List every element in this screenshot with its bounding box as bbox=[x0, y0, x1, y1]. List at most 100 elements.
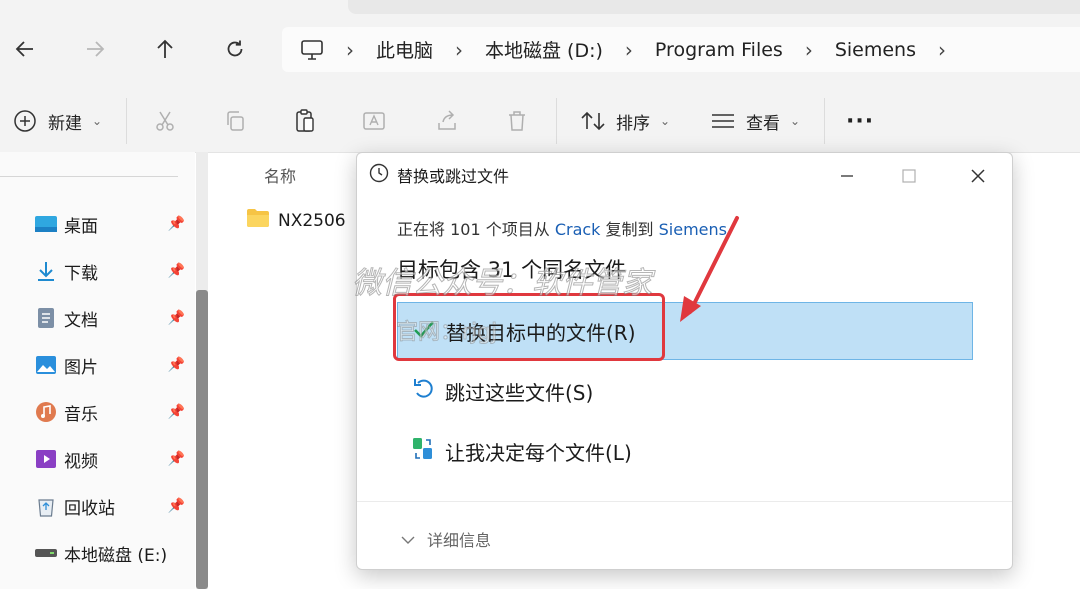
refresh-icon bbox=[227, 40, 243, 57]
breadcrumb-program-files[interactable]: Program Files bbox=[655, 39, 783, 61]
recycle-bin-icon bbox=[34, 495, 58, 517]
document-icon bbox=[34, 307, 58, 329]
view-label: 查看 bbox=[746, 113, 780, 134]
breadcrumb-separator[interactable]: › bbox=[455, 38, 463, 62]
folder-icon bbox=[246, 208, 270, 233]
pin-icon[interactable]: 📌 bbox=[168, 404, 185, 420]
maximize-icon bbox=[902, 169, 916, 183]
drive-icon bbox=[34, 542, 58, 564]
file-row[interactable]: NX2506 bbox=[246, 208, 346, 233]
view-button[interactable]: 查看 ⌄ bbox=[708, 105, 800, 137]
dialog-footer-divider bbox=[357, 501, 1012, 502]
rename-button[interactable] bbox=[360, 105, 390, 137]
refresh-button[interactable] bbox=[218, 32, 252, 66]
sidebar-item-label: 本地磁盘 (E:) bbox=[64, 545, 168, 566]
pin-icon[interactable]: 📌 bbox=[168, 357, 185, 373]
more-button[interactable]: ··· bbox=[846, 105, 874, 137]
close-button[interactable] bbox=[958, 161, 998, 191]
music-icon bbox=[34, 401, 58, 423]
share-button[interactable] bbox=[432, 105, 462, 137]
share-icon bbox=[432, 106, 462, 136]
pin-icon[interactable]: 📌 bbox=[168, 263, 185, 279]
pin-icon[interactable]: 📌 bbox=[168, 451, 185, 467]
replace-skip-dialog: 替换或跳过文件 正在将 101 个项目从 Crack 复制到 Siemens 目… bbox=[356, 152, 1013, 570]
computer-icon[interactable] bbox=[300, 39, 324, 61]
decide-each-file-option[interactable]: 让我决定每个文件(L) bbox=[397, 422, 973, 480]
sort-button[interactable]: 排序 ⌄ bbox=[578, 105, 670, 137]
sidebar-item-drive-e[interactable]: 本地磁盘 (E:) bbox=[34, 538, 189, 568]
minimize-icon bbox=[841, 175, 853, 177]
sidebar-item-label: 下载 bbox=[64, 263, 98, 284]
maximize-button[interactable] bbox=[889, 161, 929, 191]
up-button[interactable] bbox=[148, 32, 182, 66]
close-icon bbox=[971, 169, 985, 183]
sidebar-item-label: 视频 bbox=[64, 451, 98, 472]
sidebar-item-pictures[interactable]: 图片 📌 bbox=[34, 350, 189, 380]
pin-icon[interactable]: 📌 bbox=[168, 310, 185, 326]
address-bar[interactable]: › 此电脑 › 本地磁盘 (D:) › Program Files › Siem… bbox=[282, 27, 1080, 72]
chevron-down-icon: ⌄ bbox=[790, 114, 801, 128]
details-toggle[interactable]: 详细信息 bbox=[401, 527, 491, 551]
trash-icon bbox=[502, 106, 532, 136]
skip-arrow-icon bbox=[411, 377, 435, 406]
destination-folder-link[interactable]: Siemens bbox=[659, 220, 727, 239]
sidebar-item-music[interactable]: 音乐 📌 bbox=[34, 397, 189, 427]
breadcrumb-separator[interactable]: › bbox=[805, 38, 813, 62]
minimize-button[interactable] bbox=[827, 161, 867, 191]
forward-button[interactable] bbox=[78, 32, 112, 66]
chevron-down-icon: ⌄ bbox=[660, 114, 671, 128]
sidebar-item-desktop[interactable]: 桌面 📌 bbox=[34, 209, 189, 239]
column-header-name[interactable]: 名称 bbox=[264, 163, 296, 187]
breadcrumb-separator[interactable]: › bbox=[346, 38, 354, 62]
video-icon bbox=[34, 448, 58, 470]
copy-button[interactable] bbox=[220, 105, 250, 137]
sidebar-item-downloads[interactable]: 下载 📌 bbox=[34, 256, 189, 286]
plus-circle-icon bbox=[10, 106, 40, 136]
msg-prefix: 正在将 101 个项目从 bbox=[397, 220, 555, 239]
toolbar-divider bbox=[126, 98, 127, 144]
pictures-icon bbox=[34, 354, 58, 376]
pin-icon[interactable]: 📌 bbox=[168, 216, 185, 232]
decide-icon bbox=[411, 436, 435, 467]
sidebar-item-videos[interactable]: 视频 📌 bbox=[34, 444, 189, 474]
sidebar-item-label: 文档 bbox=[64, 310, 98, 331]
clock-icon bbox=[369, 163, 389, 187]
scrollbar-thumb[interactable] bbox=[196, 290, 208, 589]
scissors-icon bbox=[150, 106, 180, 136]
rename-icon bbox=[360, 106, 390, 136]
sort-icon bbox=[578, 106, 608, 136]
window-top-strip bbox=[348, 0, 1080, 14]
skip-files-option[interactable]: 跳过这些文件(S) bbox=[397, 362, 973, 420]
desktop-icon bbox=[34, 213, 58, 235]
breadcrumb-separator[interactable]: › bbox=[938, 38, 946, 62]
breadcrumb-siemens[interactable]: Siemens bbox=[835, 39, 916, 61]
sidebar-item-label: 音乐 bbox=[64, 404, 98, 425]
arrow-left-icon bbox=[15, 41, 33, 57]
sidebar-item-label: 桌面 bbox=[64, 216, 98, 237]
breadcrumb-this-pc[interactable]: 此电脑 bbox=[376, 36, 433, 63]
download-icon bbox=[34, 260, 58, 282]
msg-middle: 复制到 bbox=[600, 220, 659, 239]
chevron-down-icon: ⌄ bbox=[92, 114, 103, 128]
details-label: 详细信息 bbox=[427, 531, 492, 550]
arrow-up-icon bbox=[157, 39, 173, 58]
clipboard-icon bbox=[290, 106, 320, 136]
new-button[interactable]: 新建 ⌄ bbox=[10, 105, 102, 137]
sidebar-item-label: 回收站 bbox=[64, 498, 115, 519]
breadcrumb-drive-d[interactable]: 本地磁盘 (D:) bbox=[485, 36, 603, 63]
option-label: 跳过这些文件(S) bbox=[445, 380, 594, 405]
paste-button[interactable] bbox=[290, 105, 320, 137]
dialog-title-bar[interactable]: 替换或跳过文件 bbox=[369, 163, 509, 187]
sidebar-divider bbox=[0, 176, 178, 177]
cut-button[interactable] bbox=[150, 105, 180, 137]
sidebar-item-recycle-bin[interactable]: 回收站 📌 bbox=[34, 491, 189, 521]
toolbar-divider bbox=[556, 98, 557, 144]
toolbar-divider bbox=[824, 98, 825, 144]
pin-icon[interactable]: 📌 bbox=[168, 498, 185, 514]
back-button[interactable] bbox=[8, 32, 42, 66]
arrow-right-icon bbox=[87, 41, 105, 57]
source-folder-link[interactable]: Crack bbox=[555, 220, 601, 239]
delete-button[interactable] bbox=[502, 105, 532, 137]
sidebar-item-documents[interactable]: 文档 📌 bbox=[34, 303, 189, 333]
breadcrumb-separator[interactable]: › bbox=[625, 38, 633, 62]
